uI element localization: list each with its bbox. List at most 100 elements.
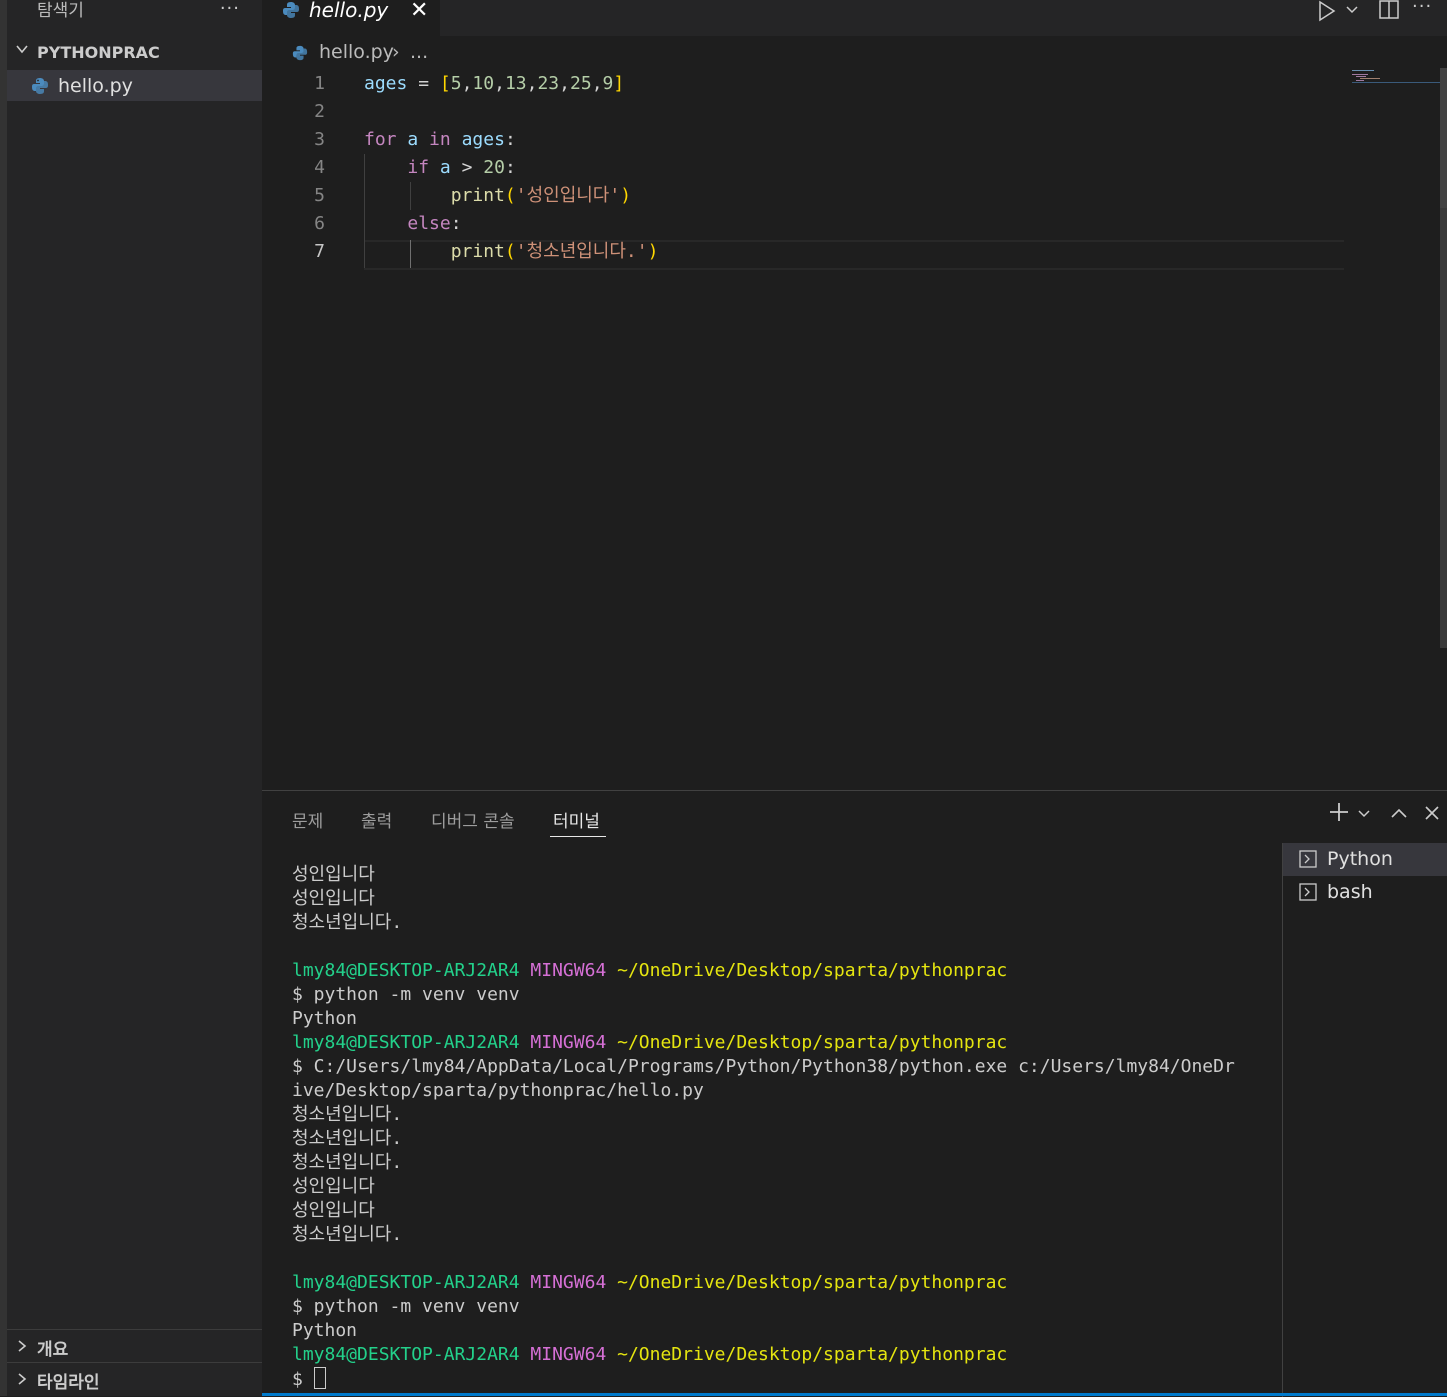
code-line: 6 else: xyxy=(262,210,1344,238)
bottom-panel: 문제 출력 디버그 콘솔 터미널 성인입니다 성인입니다 청소년입니다. lmy84… xyxy=(262,790,1447,1397)
explorer-title: 탐색기 xyxy=(37,1,84,21)
chevron-down-icon[interactable] xyxy=(1358,809,1370,819)
folder-section-header[interactable]: PYTHONPRAC xyxy=(7,40,262,66)
prompt-symbol: $ xyxy=(292,1369,314,1390)
line-number: 4 xyxy=(314,157,325,178)
tab-output[interactable]: 출력 xyxy=(361,807,392,832)
terminal-item-python[interactable]: Python xyxy=(1283,843,1447,876)
prompt-user: lmy84@DESKTOP-ARJ2AR4 xyxy=(292,960,520,981)
explorer-sidebar: 탐색기 ··· PYTHONPRAC hello.py 개요 타임라인 xyxy=(7,0,262,1396)
timeline-label: 타임라인 xyxy=(37,1373,100,1393)
terminal-item-bash[interactable]: bash xyxy=(1283,876,1447,909)
editor-more-button[interactable]: ··· xyxy=(1412,0,1432,17)
terminal-input-line[interactable]: $ xyxy=(292,1367,1272,1392)
run-icon[interactable] xyxy=(1317,0,1337,22)
code-line: 1 ages = [5,10,13,23,25,9] xyxy=(262,70,1344,98)
terminal-output[interactable]: 성인입니다 성인입니다 청소년입니다. lmy84@DESKTOP-ARJ2AR4 … xyxy=(292,863,1272,1392)
minimap[interactable] xyxy=(1352,68,1442,88)
active-tab-indicator xyxy=(550,836,606,837)
maximize-panel-icon[interactable] xyxy=(1390,807,1408,819)
code-line: 5 print('성인입니다') xyxy=(262,182,1344,210)
terminal-item-label: bash xyxy=(1327,881,1373,903)
terminal-line: 성인입니다 xyxy=(292,1176,375,1197)
prompt-env: MINGW64 xyxy=(530,960,607,981)
outline-label: 개요 xyxy=(37,1340,69,1360)
python-file-icon xyxy=(292,45,308,61)
line-number: 1 xyxy=(314,73,325,94)
activity-bar-edge xyxy=(0,0,7,1396)
close-tab-icon[interactable]: ✕ xyxy=(410,0,428,23)
terminal-line: 성인입니다 xyxy=(292,864,375,885)
outline-section-header[interactable]: 개요 xyxy=(7,1329,262,1362)
terminal-line: 청소년입니다. xyxy=(292,1104,403,1125)
terminal-prompt-line: lmy84@DESKTOP-ARJ2AR4 MINGW64 ~/OneDrive… xyxy=(292,1343,1272,1367)
chevron-down-icon xyxy=(16,45,28,54)
line-source: else: xyxy=(407,213,462,234)
explorer-more-button[interactable]: ··· xyxy=(220,0,240,19)
close-panel-icon[interactable] xyxy=(1424,805,1440,821)
new-terminal-icon[interactable] xyxy=(1328,801,1350,823)
code-line: 4 if a > 20: xyxy=(262,154,1344,182)
code-line: 2 xyxy=(262,98,1344,126)
breadcrumb-file[interactable]: hello.py xyxy=(319,41,394,63)
terminal-line: Python xyxy=(292,1320,358,1341)
terminal-line: 청소년입니다. xyxy=(292,912,403,933)
line-source: for a in ages: xyxy=(364,129,516,150)
line-source: if a > 20: xyxy=(407,157,516,178)
terminal-prompt-line: lmy84@DESKTOP-ARJ2AR4 MINGW64 ~/OneDrive… xyxy=(292,1271,1272,1295)
terminal-line: 청소년입니다. xyxy=(292,1128,403,1149)
tab-terminal[interactable]: 터미널 xyxy=(553,807,600,832)
python-file-icon xyxy=(283,2,299,18)
breadcrumb-separator: › xyxy=(392,41,400,63)
tab-debug-console[interactable]: 디버그 콘솔 xyxy=(431,807,515,832)
prompt-user: lmy84@DESKTOP-ARJ2AR4 xyxy=(292,1272,520,1293)
chevron-right-icon xyxy=(18,1373,27,1385)
breadcrumb: hello.py › ... xyxy=(262,36,1447,68)
prompt-user: lmy84@DESKTOP-ARJ2AR4 xyxy=(292,1344,520,1365)
tab-label: hello.py xyxy=(309,0,389,22)
code-line: 3 for a in ages: xyxy=(262,126,1344,154)
editor-scrollbar-track xyxy=(1440,208,1447,648)
terminal-line: 청소년입니다. xyxy=(292,1224,403,1245)
line-number: 2 xyxy=(314,101,325,122)
code-line: 7 print('청소년입니다.') xyxy=(262,238,1344,266)
terminal-line: $ C:/Users/lmy84/AppData/Local/Programs/… xyxy=(292,1056,1235,1077)
terminal-icon xyxy=(1299,850,1317,868)
chevron-down-icon[interactable] xyxy=(1345,2,1359,16)
file-item-label: hello.py xyxy=(58,75,133,97)
line-number: 5 xyxy=(314,185,325,206)
line-number: 3 xyxy=(314,129,325,150)
chevron-right-icon xyxy=(18,1340,27,1352)
timeline-section-header[interactable]: 타임라인 xyxy=(7,1362,262,1397)
terminal-line: Python xyxy=(292,1008,358,1029)
terminal-line: ive/Desktop/sparta/pythonprac/hello.py xyxy=(292,1080,704,1101)
code-editor[interactable]: 1 ages = [5,10,13,23,25,9] 2 3 for a in … xyxy=(262,68,1447,790)
prompt-path: ~/OneDrive/Desktop/sparta/pythonprac xyxy=(617,1032,1008,1053)
terminal-line: 성인입니다 xyxy=(292,1200,375,1221)
line-number: 6 xyxy=(314,213,325,234)
terminal-prompt-line: lmy84@DESKTOP-ARJ2AR4 MINGW64 ~/OneDrive… xyxy=(292,1031,1272,1055)
editor-scrollbar[interactable] xyxy=(1440,68,1447,208)
terminal-line: $ python -m venv venv xyxy=(292,984,520,1005)
terminal-line: 성인입니다 xyxy=(292,888,375,909)
prompt-user: lmy84@DESKTOP-ARJ2AR4 xyxy=(292,1032,520,1053)
breadcrumb-symbols[interactable]: ... xyxy=(410,41,428,63)
tab-problems[interactable]: 문제 xyxy=(292,807,323,832)
prompt-env: MINGW64 xyxy=(530,1032,607,1053)
prompt-path: ~/OneDrive/Desktop/sparta/pythonprac xyxy=(617,1272,1008,1293)
file-item-hello-py[interactable]: hello.py xyxy=(7,70,262,101)
tab-hello-py[interactable]: hello.py ✕ xyxy=(262,0,440,36)
split-editor-icon[interactable] xyxy=(1378,0,1400,20)
terminal-cursor xyxy=(313,1367,326,1389)
prompt-path: ~/OneDrive/Desktop/sparta/pythonprac xyxy=(617,960,1008,981)
line-number: 7 xyxy=(314,241,325,262)
python-file-icon xyxy=(32,78,48,94)
folder-name: PYTHONPRAC xyxy=(37,43,160,62)
terminal-icon xyxy=(1299,883,1317,901)
terminal-line: $ python -m venv venv xyxy=(292,1296,520,1317)
terminal-item-label: Python xyxy=(1327,848,1393,870)
prompt-path: ~/OneDrive/Desktop/sparta/pythonprac xyxy=(617,1344,1008,1365)
terminal-line: 청소년입니다. xyxy=(292,1152,403,1173)
